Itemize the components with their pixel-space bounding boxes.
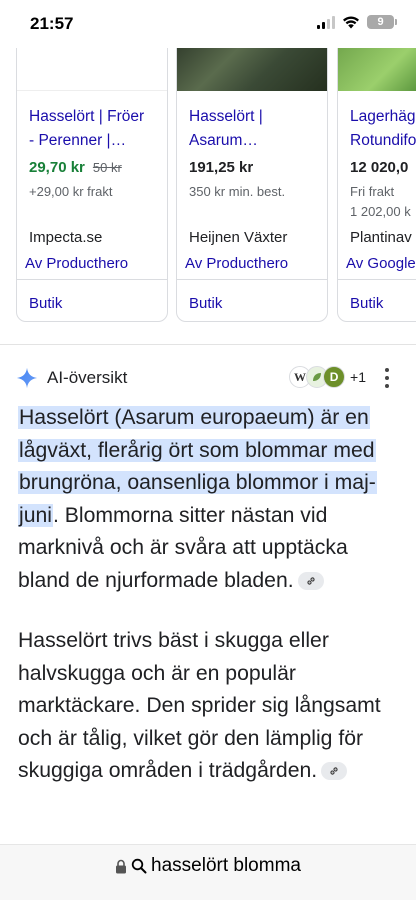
product-old-price: 50 kr [92,160,122,175]
wifi-icon [343,16,359,29]
product-price: 29,70 kr [29,159,85,176]
address-field[interactable]: hasselört blomma [0,855,416,877]
product-price: 12 020,0 [350,159,409,176]
product-seller: Heijnen Växter [189,229,288,246]
product-source-link[interactable]: Av Google [346,255,416,272]
product-image[interactable] [177,48,327,91]
product-title[interactable]: Lagerhäg Rotundifo [350,105,416,153]
ai-overview-body: Hasselört (Asarum europaeum) är en lågvä… [18,402,398,788]
ai-overview-title: AI-översikt [47,368,128,387]
address-text[interactable]: hasselört blomma [151,855,301,877]
product-card[interactable]: Hasselört | Asarum… 191,25 kr 350 kr min… [176,48,328,322]
card-divider [177,279,327,280]
shop-link[interactable]: Butik [350,295,383,312]
ai-overview-paragraph: Hasselört (Asarum europaeum) är en lågvä… [18,402,398,597]
product-image[interactable] [338,48,416,91]
link-icon [307,577,315,585]
status-time: 21:57 [30,14,74,33]
product-title[interactable]: Hasselört | Fröer - Perenner |… [29,105,163,153]
source-link-button[interactable] [321,762,348,781]
search-icon [131,858,147,874]
more-sources-count[interactable]: +1 [350,369,366,385]
shop-link[interactable]: Butik [29,295,62,312]
product-shipping-extra: 1 202,00 k [350,204,411,219]
status-bar: 21:57 9 [0,0,416,48]
product-source-link[interactable]: Av Producthero [185,255,288,272]
product-source-link[interactable]: Av Producthero [25,255,128,272]
source-avatars[interactable]: W D +1 [289,366,366,388]
product-seller: Plantinav [350,229,412,246]
product-shipping: +29,00 kr frakt [29,184,113,199]
status-icons: 9 [317,15,397,29]
address-bar[interactable]: hasselört blomma [0,844,416,900]
link-icon [330,767,338,776]
product-image[interactable] [17,48,167,91]
more-options-icon[interactable] [378,368,396,388]
product-title[interactable]: Hasselört | Asarum… [189,105,323,153]
price-row: 29,70 kr 50 kr [29,159,122,176]
paragraph-text: Hasselört trivs bäst i skugga eller halv… [18,629,381,782]
card-divider [338,279,416,280]
price-row: 12 020,0 [350,159,408,176]
product-card[interactable]: Lagerhäg Rotundifo 12 020,0 Fri frakt 1 … [337,48,416,322]
cellular-signal-icon [317,15,335,29]
product-price: 191,25 kr [189,159,254,176]
lock-icon [116,859,127,873]
price-row: 191,25 kr [189,159,253,176]
product-card[interactable]: Hasselört | Fröer - Perenner |… 29,70 kr… [16,48,168,322]
ai-overview-header: AI-översikt [16,364,127,392]
section-divider [0,344,416,345]
source-link-button[interactable] [297,571,324,590]
d-source-icon[interactable]: D [323,366,346,388]
product-shipping: 350 kr min. best. [189,184,286,199]
product-shipping: Fri frakt [350,184,395,199]
card-divider [17,279,167,280]
product-carousel[interactable]: Hasselört | Fröer - Perenner |… 29,70 kr… [0,48,416,330]
shop-link[interactable]: Butik [189,295,222,312]
sparkle-icon [16,367,38,389]
product-seller: Impecta.se [29,229,103,246]
battery-icon: 9 [367,15,397,29]
ai-overview-paragraph: Hasselört trivs bäst i skugga eller halv… [18,625,398,788]
